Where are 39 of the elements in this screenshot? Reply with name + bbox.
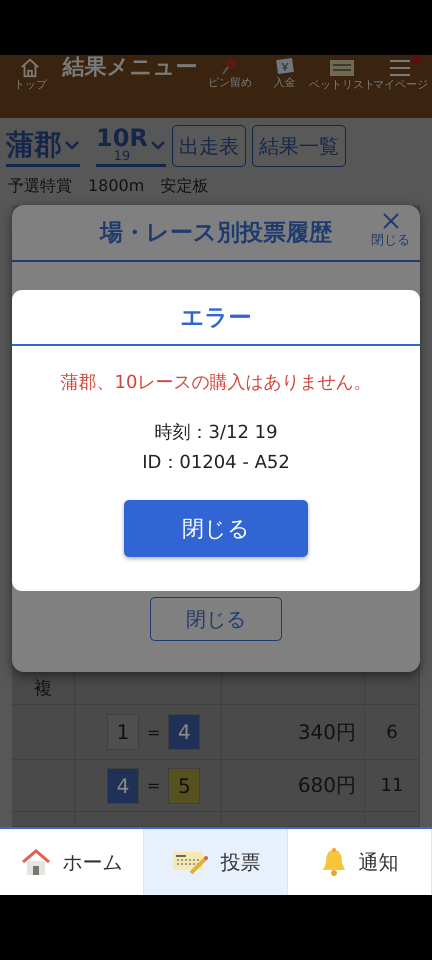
nav-tab[interactable]: 投票 [144, 829, 288, 895]
table-cell: 11 [365, 760, 420, 812]
header-menu-label[interactable]: マイページ [373, 79, 428, 91]
boat-number: 4 [168, 714, 200, 750]
home-icon [19, 57, 42, 79]
purchase-time: 時刻：3/12 19 [154, 421, 278, 444]
race-info: 予選特賞 1800m 安定板 [7, 175, 210, 197]
boat-number: 4 [107, 768, 139, 804]
header-menu-label[interactable]: 入金 [274, 77, 296, 89]
header-menu-label[interactable]: トップ [14, 79, 47, 91]
modal-title: 場・レース別投票履歴 [100, 219, 332, 248]
header-menu-label[interactable]: ベットリスト [309, 79, 376, 91]
error-message: 蒲郡、10レースの購入はありません。 [60, 371, 372, 394]
close-button[interactable]: 閉じる [371, 211, 410, 249]
bell-icon [320, 847, 346, 877]
close-button[interactable]: 閉じる [124, 500, 308, 557]
race-time: 19 [114, 150, 130, 163]
race-select[interactable]: 10R [96, 126, 148, 150]
close-icon [380, 211, 400, 231]
purchase-id: ID：01204 - A52 [142, 451, 290, 474]
page-title: 結果メニュー [61, 55, 199, 81]
table-cell: 680円 [222, 760, 365, 812]
nav-button[interactable]: 出走表 [172, 125, 246, 167]
boat-number: 1 [107, 714, 139, 750]
equals-sign: = [147, 722, 160, 742]
table-cell: 340円 [222, 705, 365, 760]
ballot-pencil-icon [170, 849, 208, 875]
nav-button[interactable]: 結果一覧 [252, 125, 346, 167]
equals-sign: = [147, 776, 160, 795]
chevron-down-icon [64, 140, 80, 150]
ticket-icon [328, 57, 356, 79]
header-menu-label[interactable]: ピン留め [208, 77, 252, 89]
close-button[interactable]: 閉じる [150, 597, 282, 641]
venue-select[interactable]: 蒲郡 [6, 126, 62, 164]
dialog-title: エラー [12, 290, 420, 346]
table-cell: 6 [365, 705, 420, 760]
boat-number: 5 [168, 768, 200, 804]
chevron-down-icon [150, 140, 166, 150]
house-icon [20, 848, 50, 876]
